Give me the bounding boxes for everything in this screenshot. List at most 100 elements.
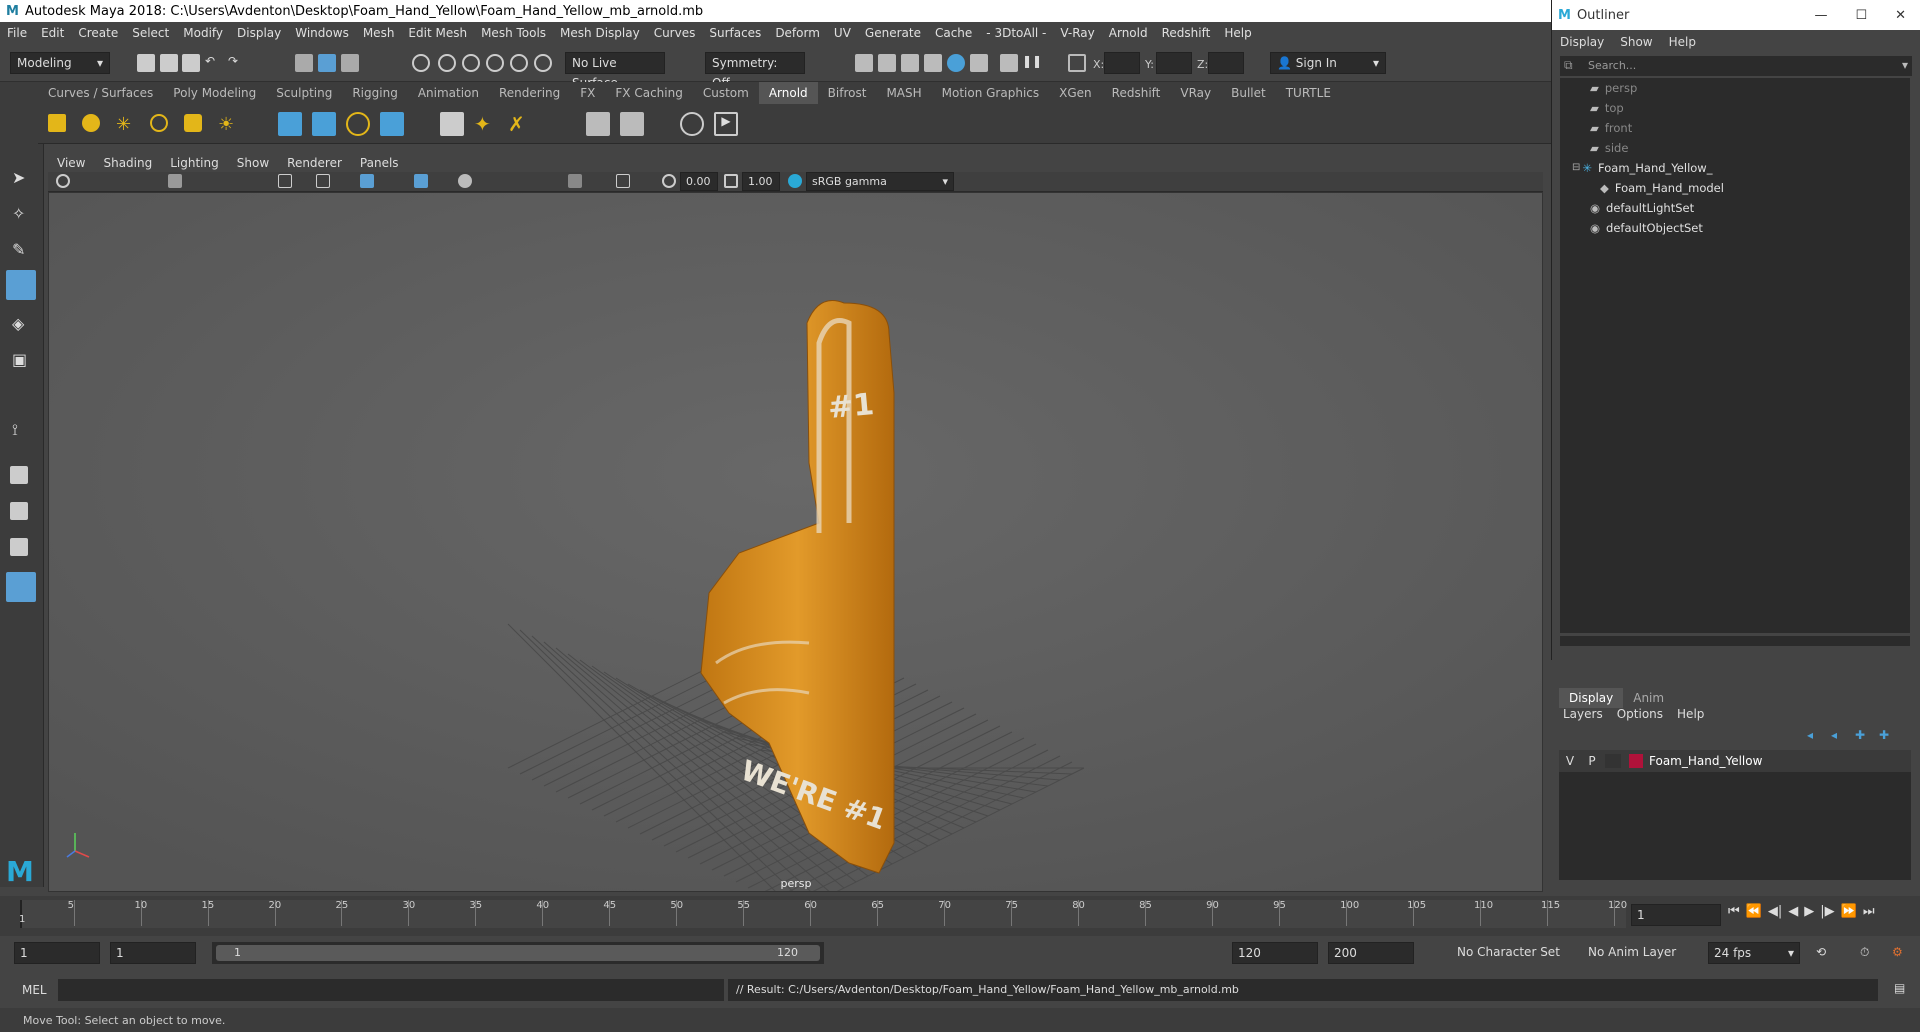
step-back-key-icon[interactable]: ⏪ <box>1746 904 1762 919</box>
viewport-menu-show[interactable]: Show <box>228 156 278 170</box>
z-field[interactable] <box>1208 52 1244 74</box>
new-scene-icon[interactable] <box>137 54 155 72</box>
shelf-tab-arnold[interactable]: Arnold <box>758 82 818 104</box>
transform-constraint-icon[interactable] <box>1068 54 1086 72</box>
loop-icon[interactable]: ⟲ <box>1816 945 1826 959</box>
menu-windows[interactable]: Windows <box>288 26 356 40</box>
layer-color-swatch[interactable] <box>1629 754 1643 768</box>
hypershade-icon[interactable] <box>947 54 965 72</box>
film-gate-icon[interactable] <box>316 174 330 188</box>
arnold-ipr-icon[interactable] <box>1000 54 1018 72</box>
shelf-tab-sculpting[interactable]: Sculpting <box>266 86 342 100</box>
wireframe-icon[interactable] <box>360 174 374 188</box>
minimize-icon[interactable]: — <box>1800 8 1841 23</box>
lighting-icon[interactable] <box>458 174 472 188</box>
menu-edit-mesh[interactable]: Edit Mesh <box>401 26 474 40</box>
range-slider-handle[interactable]: 1 120 <box>216 945 820 961</box>
persp-outliner-icon[interactable] <box>10 538 28 556</box>
select-tool-icon[interactable]: ➤ <box>12 168 30 187</box>
menu-deform[interactable]: Deform <box>768 26 827 40</box>
snap-curve-icon[interactable] <box>438 54 456 72</box>
anim-layer-dropdown[interactable]: No Anim Layer <box>1583 942 1683 964</box>
menu-uv[interactable]: UV <box>827 26 858 40</box>
shadows-icon[interactable] <box>568 174 582 188</box>
menu-mesh-tools[interactable]: Mesh Tools <box>474 26 553 40</box>
menu-mesh-display[interactable]: Mesh Display <box>553 26 647 40</box>
fps-dropdown[interactable]: 24 fps ▾ <box>1708 942 1800 964</box>
rotate-tool-icon[interactable]: ◈ <box>12 314 30 333</box>
layers-menu[interactable]: Layers <box>1563 707 1617 721</box>
outliner-item[interactable]: ⊟ ✳ Foam_Hand_Yellow_ <box>1560 158 1910 178</box>
pause-icon[interactable]: ❚❚ <box>1022 54 1042 72</box>
grid-toggle-icon[interactable] <box>278 174 292 188</box>
character-set-dropdown[interactable]: No Character Set <box>1452 942 1568 964</box>
snap-view-icon[interactable] <box>486 54 504 72</box>
shelf-tab-mash[interactable]: MASH <box>876 86 931 100</box>
area-light-icon[interactable] <box>48 114 66 132</box>
menu-set-dropdown[interactable]: Modeling ▾ <box>10 52 110 74</box>
shelf-tab-custom[interactable]: Custom <box>693 86 759 100</box>
help-menu[interactable]: Help <box>1677 707 1704 721</box>
shelf-tab-rendering[interactable]: Rendering <box>489 86 570 100</box>
shelf-tab-redshift[interactable]: Redshift <box>1102 86 1171 100</box>
tab-anim[interactable]: Anim <box>1623 688 1674 708</box>
go-to-start-icon[interactable]: ⏮ <box>1728 904 1740 919</box>
outliner-menu-display[interactable]: Display <box>1552 35 1612 49</box>
texture-manager-icon[interactable]: ✦ <box>474 112 498 136</box>
flush-cache-icon[interactable]: ✗ <box>508 112 532 136</box>
layer-row[interactable]: V P Foam_Hand_Yellow <box>1559 750 1911 772</box>
viewport-menu-shading[interactable]: Shading <box>94 156 161 170</box>
shelf-tab-xgen[interactable]: XGen <box>1049 86 1102 100</box>
outliner-item[interactable]: ▰ persp <box>1560 78 1910 98</box>
camera-select-icon[interactable] <box>56 174 70 188</box>
export-standin-icon[interactable] <box>312 112 336 136</box>
render-tx-icon[interactable] <box>440 112 464 136</box>
four-view-icon[interactable] <box>10 502 28 520</box>
curve-collector-icon[interactable] <box>346 112 370 136</box>
close-icon[interactable]: ✕ <box>1881 8 1920 23</box>
photometric-light-icon[interactable]: ✳ <box>116 114 134 135</box>
outliner-search[interactable]: ⧉ Search... ▾ <box>1560 56 1912 76</box>
end-time-field[interactable]: 200 <box>1328 942 1414 964</box>
exposure-icon[interactable] <box>662 174 676 188</box>
ipr-render-icon[interactable] <box>901 54 919 72</box>
playback-end-field[interactable]: 120 <box>1232 942 1318 964</box>
outliner-item[interactable]: ◉ defaultObjectSet <box>1560 218 1910 238</box>
search-input[interactable]: Search... <box>1588 59 1636 72</box>
undo-icon[interactable]: ↶ <box>205 54 223 72</box>
collapse-icon[interactable]: ⊟ <box>1572 158 1580 178</box>
move-layer-down-icon[interactable]: ◂ <box>1831 728 1849 746</box>
menu-mesh[interactable]: Mesh <box>356 26 402 40</box>
gamma-icon[interactable] <box>724 174 738 188</box>
viewport-menu-renderer[interactable]: Renderer <box>278 156 351 170</box>
light-portal-icon[interactable] <box>184 114 202 132</box>
view-transform-dropdown[interactable]: sRGB gamma ▾ <box>806 172 954 191</box>
scale-tool-icon[interactable]: ▣ <box>12 350 30 369</box>
standin-icon[interactable] <box>278 112 302 136</box>
smooth-shade-icon[interactable] <box>414 174 428 188</box>
light-manager-icon[interactable] <box>586 112 610 136</box>
skydome-light-icon[interactable] <box>150 114 168 132</box>
menu-edit[interactable]: Edit <box>34 26 71 40</box>
new-layer-selected-icon[interactable]: ✚ <box>1879 728 1897 746</box>
chevron-down-icon[interactable]: ▾ <box>1902 58 1908 72</box>
visibility-toggle[interactable]: V <box>1559 754 1581 768</box>
arnold-render-icon[interactable] <box>970 54 988 72</box>
outliner-item[interactable]: ◆ Foam_Hand_model <box>1560 178 1910 198</box>
outliner-hscrollbar[interactable] <box>1560 636 1910 646</box>
tab-display[interactable]: Display <box>1559 688 1624 708</box>
shelf-tab-motion-graphics[interactable]: Motion Graphics <box>932 86 1050 100</box>
new-layer-icon[interactable]: ✚ <box>1855 728 1873 746</box>
snap-surface-icon[interactable] <box>510 54 528 72</box>
x-field[interactable] <box>1104 52 1140 74</box>
sign-in-button[interactable]: 👤 Sign In ▾ <box>1270 52 1386 74</box>
menu-help[interactable]: Help <box>1217 26 1258 40</box>
open-scene-icon[interactable] <box>160 54 178 72</box>
menu-redshift[interactable]: Redshift <box>1155 26 1218 40</box>
step-forward-key-icon[interactable]: ⏩ <box>1841 904 1857 919</box>
persp-viewport[interactable]: #1 WE'RE #1 persp <box>48 192 1543 892</box>
physical-sky-icon[interactable]: ☀ <box>218 114 236 135</box>
redo-icon[interactable]: ↷ <box>228 54 246 72</box>
outliner-item[interactable]: ▰ side <box>1560 138 1910 158</box>
shelf-tab-bullet[interactable]: Bullet <box>1221 86 1276 100</box>
